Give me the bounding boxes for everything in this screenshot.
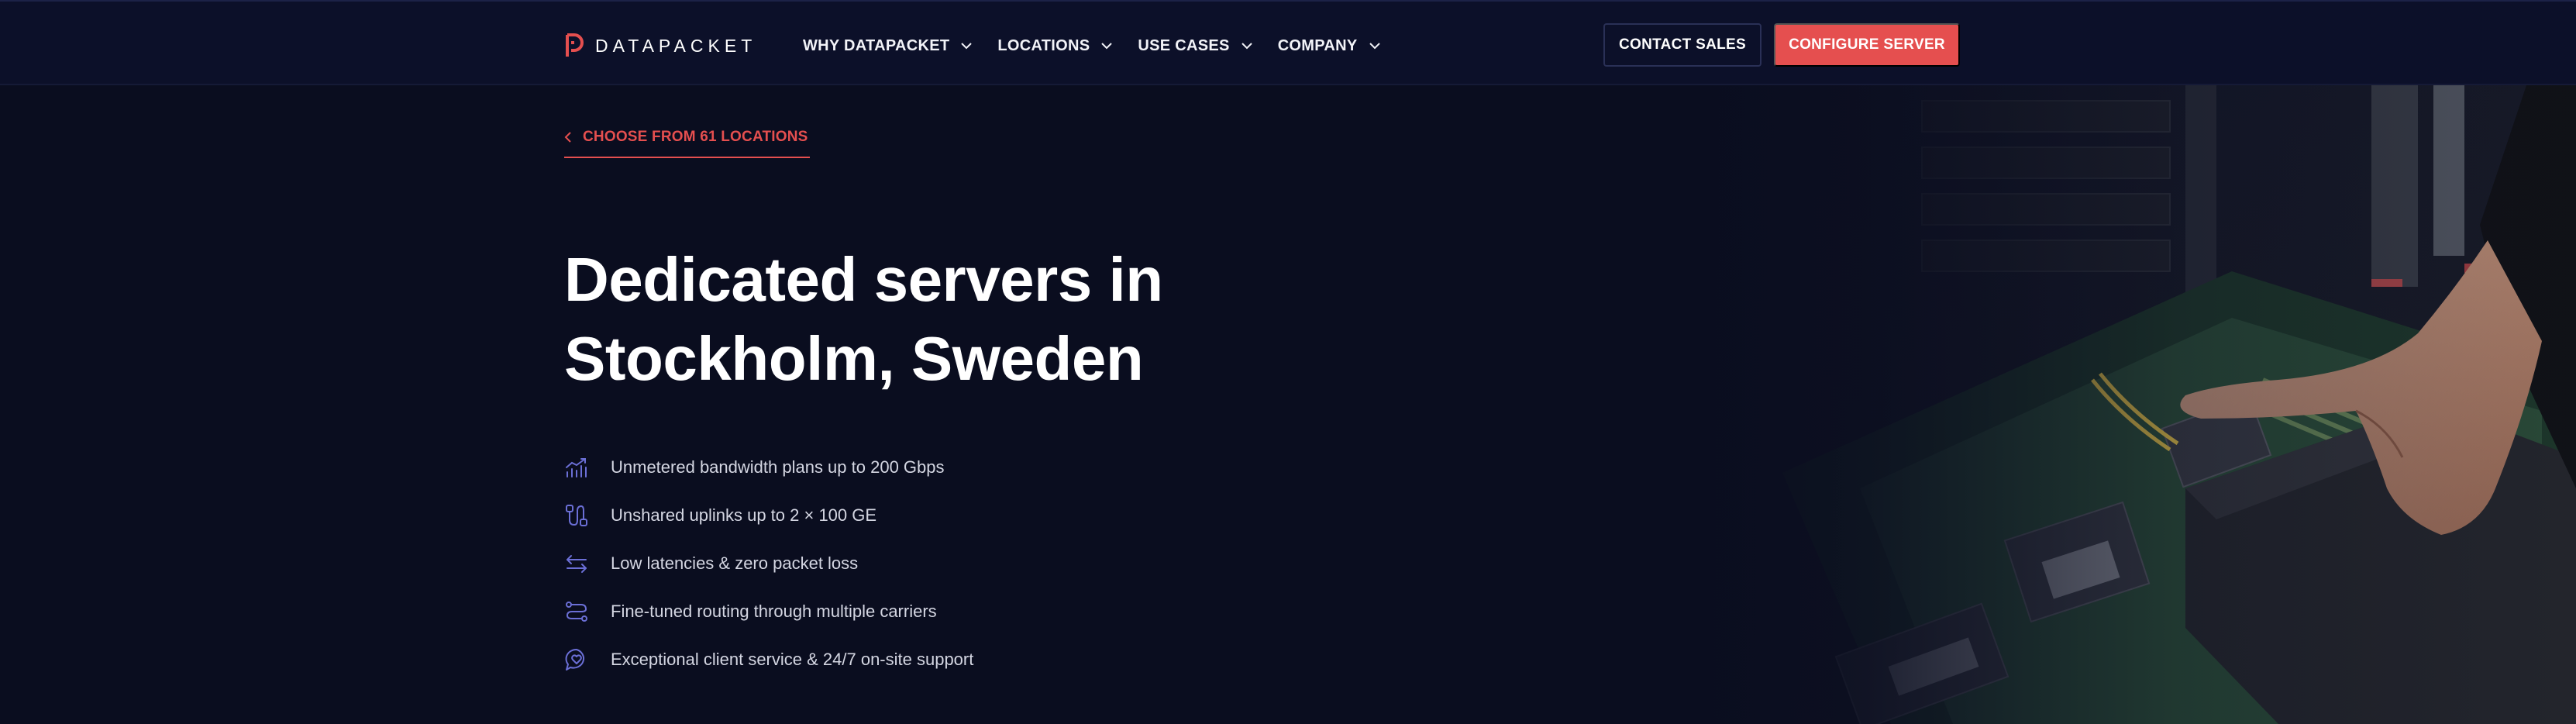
feature-item: Fine-tuned routing through multiple carr… xyxy=(564,588,973,636)
nav-item-label: WHY DATAPACKET xyxy=(803,36,950,54)
feature-item: Unshared uplinks up to 2 × 100 GE xyxy=(564,491,973,540)
nav-item-label: COMPANY xyxy=(1277,36,1358,54)
support-chat-icon xyxy=(565,648,585,671)
choose-locations-link[interactable]: CHOOSE FROM 61 LOCATIONS xyxy=(564,126,810,158)
feature-list: Unmetered bandwidth plans up to 200 Gbps… xyxy=(564,443,973,684)
main-menu: WHY DATAPACKET LOCATIONS USE CASES COMPA… xyxy=(803,33,1406,59)
nav-item-company[interactable]: COMPANY xyxy=(1278,37,1381,55)
nav-item-why-datapacket[interactable]: WHY DATAPACKET xyxy=(803,37,973,55)
server-illustration xyxy=(1689,85,2576,724)
chevron-left-icon xyxy=(564,132,571,143)
feature-item: Low latencies & zero packet loss xyxy=(564,540,973,588)
feature-text: Unshared uplinks up to 2 × 100 GE xyxy=(611,505,877,525)
uplink-icon xyxy=(566,505,587,526)
page-title-line-2: Stockholm, Sweden xyxy=(564,324,1144,393)
page-title-line-1: Dedicated servers in xyxy=(564,245,1163,314)
nav-item-locations[interactable]: LOCATIONS xyxy=(997,37,1113,55)
nav-item-use-cases[interactable]: USE CASES xyxy=(1138,37,1252,55)
feature-text: Low latencies & zero packet loss xyxy=(611,553,859,573)
arrows-exchange-icon xyxy=(567,555,587,573)
chevron-down-icon xyxy=(1101,43,1113,50)
datapacket-logo-icon xyxy=(566,33,584,57)
chevron-down-icon xyxy=(961,43,973,50)
page-title: Dedicated servers in Stockholm, Sweden xyxy=(564,240,1339,398)
feature-item: Exceptional client service & 24/7 on-sit… xyxy=(564,636,973,684)
server-hardware-image xyxy=(1689,85,2576,724)
choose-locations-label: CHOOSE FROM 61 LOCATIONS xyxy=(583,129,808,145)
top-navigation: DATAPACKET WHY DATAPACKET LOCATIONS USE … xyxy=(0,0,2576,85)
chevron-down-icon xyxy=(1241,43,1252,50)
nav-item-label: USE CASES xyxy=(1138,36,1230,54)
chevron-down-icon xyxy=(1369,43,1380,50)
feature-item: Unmetered bandwidth plans up to 200 Gbps xyxy=(564,443,973,491)
bandwidth-chart-icon xyxy=(566,458,587,477)
contact-sales-button[interactable]: CONTACT SALES xyxy=(1603,23,1762,67)
feature-text: Fine-tuned routing through multiple carr… xyxy=(611,602,937,621)
brand-name: DATAPACKET xyxy=(595,35,757,56)
configure-server-button[interactable]: CONFIGURE SERVER xyxy=(1774,23,1960,67)
feature-text: Exceptional client service & 24/7 on-sit… xyxy=(611,650,974,669)
routing-icon xyxy=(566,602,587,622)
feature-text: Unmetered bandwidth plans up to 200 Gbps xyxy=(611,457,945,477)
nav-item-label: LOCATIONS xyxy=(997,36,1090,54)
brand-logo[interactable]: DATAPACKET xyxy=(564,33,756,59)
